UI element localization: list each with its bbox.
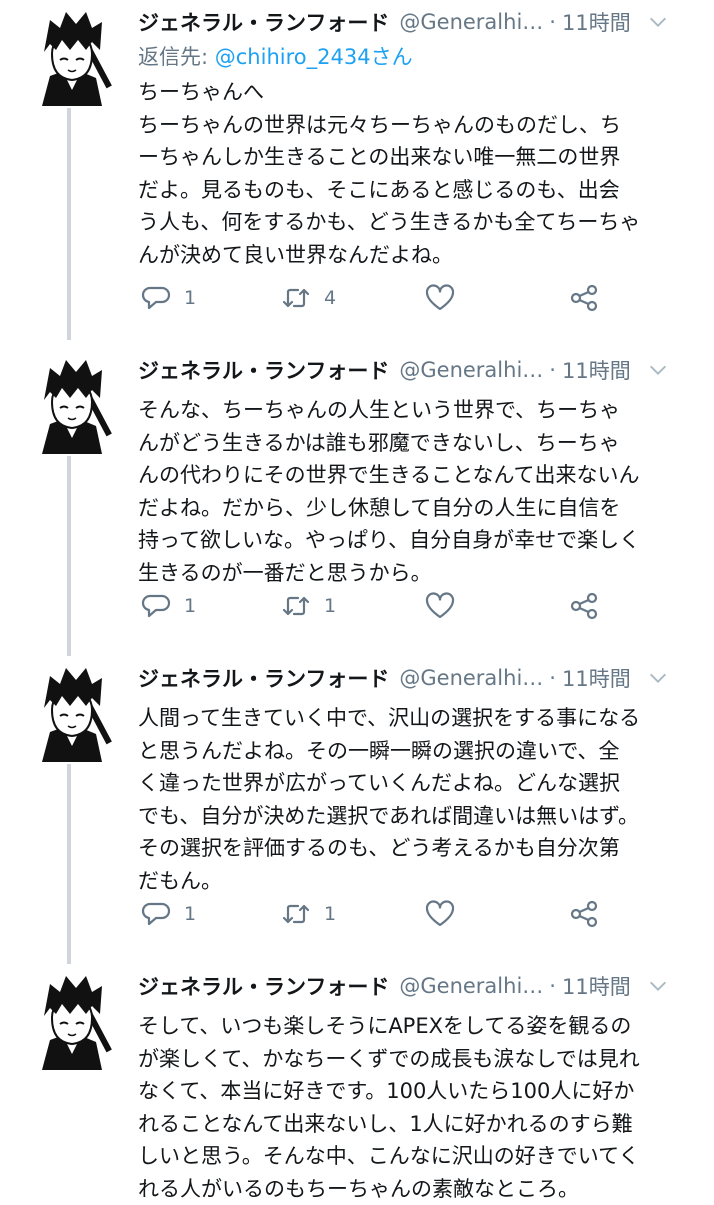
user-handle[interactable]: @Generalhi…: [399, 666, 543, 690]
separator-dot: ·: [549, 10, 556, 34]
heart-icon: [425, 900, 455, 927]
display-name[interactable]: ジェネラル・ランフォード: [138, 7, 389, 37]
tweet-text: 人間って生きていく中で、沢山の選択をする事になる と思うんだよね。その一瞬一瞬の…: [138, 706, 641, 893]
display-name[interactable]: ジェネラル・ランフォード: [138, 663, 389, 693]
share-button[interactable]: [568, 590, 600, 622]
tweet-content: ジェネラル・ランフォード @Generalhi… · 11時間 そんな、ちーちゃ…: [138, 348, 700, 589]
share-icon: [570, 592, 598, 620]
tweet-text: そんな、ちーちゃんの人生という世界で、ちーちゃ んがどう生きるかは誰も邪魔できな…: [138, 398, 641, 585]
tweet[interactable]: ジェネラル・ランフォード @Generalhi… · 11時間 返信先: @ch…: [0, 0, 714, 340]
tweet-content: ジェネラル・ランフォード @Generalhi… · 11時間 そして、いつも楽…: [138, 964, 700, 1205]
separator-dot: ·: [549, 358, 556, 382]
thread-line: [67, 108, 71, 340]
reply-icon: [141, 594, 171, 618]
reply-context: 返信先: @chihiro_2434さん: [138, 40, 700, 74]
retweet-count: 1: [324, 595, 337, 617]
share-icon: [570, 284, 598, 312]
retweet-icon: [282, 288, 310, 308]
tweet-header: ジェネラル・ランフォード @Generalhi… · 11時間: [138, 656, 700, 700]
chevron-down-icon[interactable]: [647, 975, 669, 997]
timestamp[interactable]: 11時間: [562, 355, 631, 385]
like-button[interactable]: [424, 898, 456, 930]
reply-count: 1: [184, 287, 197, 309]
user-handle[interactable]: @Generalhi…: [399, 358, 543, 382]
display-name[interactable]: ジェネラル・ランフォード: [138, 355, 389, 385]
timestamp[interactable]: 11時間: [562, 663, 631, 693]
tweet[interactable]: ジェネラル・ランフォード @Generalhi… · 11時間 人間って生きてい…: [0, 656, 714, 964]
avatar[interactable]: [22, 970, 122, 1070]
share-button[interactable]: [568, 282, 600, 314]
tweet-content: ジェネラル・ランフォード @Generalhi… · 11時間 人間って生きてい…: [138, 656, 700, 897]
heart-icon: [425, 284, 455, 311]
tweet-header: ジェネラル・ランフォード @Generalhi… · 11時間: [138, 964, 700, 1008]
tweet-actions: 1 1: [138, 894, 714, 934]
chevron-down-icon[interactable]: [647, 667, 669, 689]
reply-button[interactable]: 1: [140, 282, 196, 314]
timestamp[interactable]: 11時間: [562, 971, 631, 1001]
tweet-content: ジェネラル・ランフォード @Generalhi… · 11時間 返信先: @ch…: [138, 0, 700, 271]
chevron-down-icon[interactable]: [647, 11, 669, 33]
tweet-actions: 1 1: [138, 586, 714, 626]
retweet-button[interactable]: 1: [280, 898, 336, 930]
timestamp[interactable]: 11時間: [562, 7, 631, 37]
avatar[interactable]: [22, 662, 122, 762]
thread-line: [67, 764, 71, 964]
avatar[interactable]: [22, 354, 122, 454]
retweet-count: 4: [324, 287, 337, 309]
retweet-icon: [282, 904, 310, 924]
separator-dot: ·: [549, 974, 556, 998]
chevron-down-icon[interactable]: [647, 359, 669, 381]
reply-to-link[interactable]: @chihiro_2434さん: [215, 45, 413, 69]
retweet-button[interactable]: 1: [280, 590, 336, 622]
retweet-count: 1: [324, 903, 337, 925]
avatar[interactable]: [22, 6, 122, 106]
heart-icon: [425, 592, 455, 619]
tweet-actions: 1 4: [138, 278, 714, 318]
user-handle[interactable]: @Generalhi…: [399, 10, 543, 34]
tweet-text: そして、いつも楽しそうにAPEXをしてる姿を観るの が楽しくて、かなちーくずでの…: [138, 1014, 640, 1201]
like-button[interactable]: [424, 282, 456, 314]
separator-dot: ·: [549, 666, 556, 690]
tweet[interactable]: ジェネラル・ランフォード @Generalhi… · 11時間 そんな、ちーちゃ…: [0, 348, 714, 656]
reply-button[interactable]: 1: [140, 898, 196, 930]
tweet[interactable]: ジェネラル・ランフォード @Generalhi… · 11時間 そして、いつも楽…: [0, 964, 714, 1201]
reply-prefix: 返信先:: [138, 45, 215, 69]
reply-count: 1: [184, 903, 197, 925]
thread-line: [67, 456, 71, 656]
tweet-header: ジェネラル・ランフォード @Generalhi… · 11時間: [138, 0, 700, 44]
reply-button[interactable]: 1: [140, 590, 196, 622]
retweet-button[interactable]: 4: [280, 282, 336, 314]
retweet-icon: [282, 596, 310, 616]
reply-icon: [141, 286, 171, 310]
display-name[interactable]: ジェネラル・ランフォード: [138, 971, 389, 1001]
tweet-thread: ジェネラル・ランフォード @Generalhi… · 11時間 返信先: @ch…: [0, 0, 714, 1201]
share-button[interactable]: [568, 898, 600, 930]
like-button[interactable]: [424, 590, 456, 622]
user-handle[interactable]: @Generalhi…: [399, 974, 543, 998]
share-icon: [570, 900, 598, 928]
tweet-text: ちーちゃんへ ちーちゃんの世界は元々ちーちゃんのものだし、ち ーちゃんしか生きる…: [138, 80, 641, 267]
reply-icon: [141, 902, 171, 926]
tweet-header: ジェネラル・ランフォード @Generalhi… · 11時間: [138, 348, 700, 392]
reply-count: 1: [184, 595, 197, 617]
